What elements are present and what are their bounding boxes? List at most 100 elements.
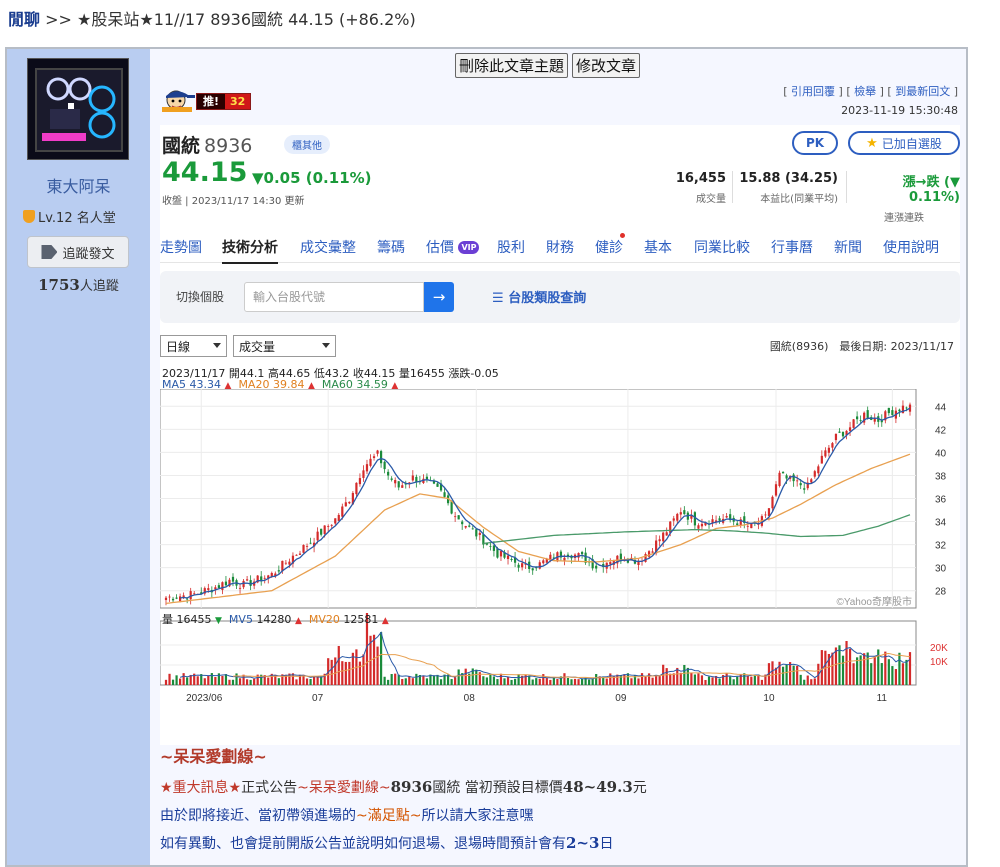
candle bbox=[778, 472, 781, 486]
volume-bar bbox=[753, 674, 756, 685]
candle bbox=[820, 455, 823, 464]
volume-bar bbox=[563, 673, 566, 685]
candle bbox=[193, 593, 196, 595]
candle bbox=[249, 580, 252, 586]
avatar[interactable] bbox=[27, 58, 129, 160]
tab-health[interactable]: 健診 bbox=[595, 237, 623, 257]
volume-bar bbox=[210, 673, 213, 685]
volume-bar bbox=[305, 678, 309, 685]
volume-bar bbox=[905, 659, 908, 685]
tab-trades[interactable]: 成交彙整 bbox=[300, 237, 356, 257]
volume-bar bbox=[224, 674, 228, 685]
thread-title: ★股呆站★11//17 8936國統 44.15 (+86.2%) bbox=[77, 10, 416, 29]
chevron-down-icon bbox=[322, 343, 330, 348]
tab-news[interactable]: 新聞 bbox=[834, 237, 862, 257]
y-tick-label: 28 bbox=[935, 587, 947, 598]
delete-topic-button[interactable]: 刪除此文章主題 bbox=[455, 53, 569, 78]
post-frame: 東大阿呆 Lv.12 名人堂 追蹤發文 1753人追蹤 刪除此文章主題 修改文章… bbox=[5, 47, 968, 867]
volume-bar bbox=[605, 678, 608, 685]
candle bbox=[390, 478, 393, 480]
stock-category-tag[interactable]: 櫃其他 bbox=[284, 135, 330, 154]
volume-bar bbox=[528, 675, 531, 685]
volume-bar bbox=[831, 652, 834, 685]
tab-dividend[interactable]: 股利 bbox=[497, 237, 525, 257]
stock-code-input[interactable] bbox=[244, 282, 424, 312]
x-tick-label: 2023/06 bbox=[186, 693, 223, 704]
candle bbox=[637, 561, 640, 566]
volume-bar bbox=[164, 679, 168, 685]
candle bbox=[856, 416, 859, 420]
go-button[interactable]: → bbox=[424, 282, 454, 312]
vol-tick-10k: 10K bbox=[930, 657, 948, 668]
candle bbox=[725, 516, 728, 518]
quote-reply-link[interactable]: 引用回覆 bbox=[791, 85, 835, 98]
volume-bar bbox=[609, 673, 612, 685]
edit-post-button[interactable]: 修改文章 bbox=[572, 53, 641, 78]
follow-posts-button[interactable]: 追蹤發文 bbox=[27, 236, 129, 268]
volume-bar bbox=[870, 663, 873, 685]
candle bbox=[475, 529, 478, 537]
tab-calendar[interactable]: 行事曆 bbox=[771, 237, 813, 257]
tab-valuation[interactable]: 估價 VIP bbox=[426, 237, 480, 257]
tab-technical[interactable]: 技術分析 bbox=[222, 237, 278, 264]
watermark: ©Yahoo奇摩股市 bbox=[836, 595, 912, 608]
author-name[interactable]: 東大阿呆 bbox=[7, 173, 150, 197]
volume-bar bbox=[891, 666, 894, 685]
candle bbox=[401, 485, 404, 488]
candle bbox=[873, 418, 876, 422]
candle bbox=[334, 518, 337, 524]
candle bbox=[676, 513, 679, 521]
tab-financials[interactable]: 財務 bbox=[546, 237, 574, 257]
volume-bar bbox=[556, 678, 559, 685]
candle bbox=[499, 551, 503, 557]
volume-bar bbox=[171, 679, 175, 685]
candle bbox=[298, 553, 302, 555]
volume-bar bbox=[736, 676, 739, 685]
y-tick-label: 30 bbox=[935, 564, 947, 575]
volume-bar bbox=[249, 679, 252, 685]
breadcrumb-forum-link[interactable]: 閒聊 bbox=[8, 10, 40, 29]
candle bbox=[309, 542, 312, 544]
tab-basic[interactable]: 基本 bbox=[644, 237, 672, 257]
report-link[interactable]: 檢舉 bbox=[854, 85, 876, 98]
volume-bar bbox=[623, 674, 626, 685]
candle bbox=[841, 432, 845, 437]
add-watchlist-button[interactable]: ★ 已加自選股 bbox=[848, 131, 960, 155]
kline-chart[interactable]: 28 30 32 34 36 38 40 42 44 ©Yahoo奇摩股市 20K 10K 20… bbox=[160, 389, 960, 745]
volume-bar bbox=[570, 679, 573, 685]
push-badge[interactable]: 推! 32 bbox=[196, 93, 252, 110]
period-select[interactable]: 日線 bbox=[160, 335, 227, 357]
chart-meta: 國統(8936) 最後日期: 2023/11/17 bbox=[769, 340, 954, 353]
volume-bar bbox=[214, 677, 217, 685]
volume-bar bbox=[637, 678, 640, 685]
candle bbox=[852, 419, 855, 428]
candle bbox=[492, 545, 496, 551]
candle bbox=[231, 576, 235, 582]
candle bbox=[764, 514, 767, 516]
l1-a: ★重大訊息★ bbox=[160, 780, 242, 796]
tab-chips[interactable]: 籌碼 bbox=[377, 237, 405, 257]
volume-bar bbox=[341, 661, 344, 685]
streak-value: 漲→跌 (▼ 0.11%) bbox=[902, 175, 960, 205]
switch-stock-label: 切換個股 bbox=[176, 290, 225, 304]
indicator-select[interactable]: 成交量 bbox=[233, 335, 336, 357]
y-tick-label: 32 bbox=[935, 541, 947, 552]
candle bbox=[242, 580, 245, 588]
down-triangle-icon: ▼ bbox=[215, 616, 222, 626]
volume-bar bbox=[531, 679, 534, 685]
candle bbox=[305, 545, 309, 547]
tab-peer-compare[interactable]: 同業比較 bbox=[694, 237, 750, 257]
pk-button[interactable]: PK bbox=[792, 131, 838, 155]
volume-bar bbox=[379, 632, 383, 685]
newest-reply-link[interactable]: 到最新回文 bbox=[895, 85, 950, 98]
volume-bar bbox=[168, 673, 171, 685]
stock-title: 國統 8936 bbox=[162, 131, 252, 158]
volume-bar bbox=[655, 675, 658, 685]
volume-bar bbox=[866, 652, 869, 685]
tab-help[interactable]: 使用說明 bbox=[883, 237, 939, 257]
category-query-link[interactable]: ☰ 台股類股查詢 bbox=[492, 287, 586, 306]
tab-trend[interactable]: 走勢圖 bbox=[160, 237, 202, 257]
candle bbox=[454, 516, 457, 518]
streak-metric: 漲→跌 (▼ 0.11%) 連漲連跌 bbox=[848, 171, 960, 224]
candle bbox=[327, 526, 330, 527]
